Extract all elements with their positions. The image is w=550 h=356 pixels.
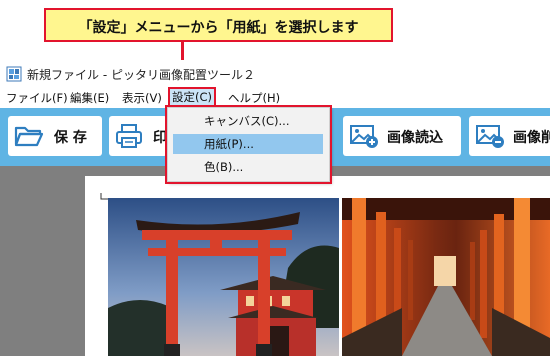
load-image-label: 画像読込 [387,130,443,146]
print-button[interactable]: 印 [109,116,167,156]
folder-icon [14,126,44,147]
menu-settings[interactable]: 設定(C) [167,87,217,108]
save-button[interactable]: 保 存 [8,116,102,156]
delete-image-label: 画像削 [513,130,550,146]
app-icon [6,66,22,82]
placed-photo-torii-tunnel[interactable] [342,198,550,356]
window-titlebar: 新規ファイル - ピッタリ画像配置ツール２ [0,60,550,88]
dropdown-highlight-frame [165,105,332,184]
menu-edit[interactable]: 編集(E) [70,90,109,106]
load-image-button[interactable]: 画像読込 [343,116,461,156]
menu-view[interactable]: 表示(V) [122,90,162,106]
image-remove-icon [476,125,504,148]
save-label: 保 存 [54,130,87,146]
menu-help[interactable]: ヘルプ(H) [228,90,280,106]
window-title: 新規ファイル - ピッタリ画像配置ツール２ [27,68,255,82]
delete-image-button[interactable]: 画像削 [469,116,550,156]
image-add-icon [350,125,378,148]
printer-icon [116,124,142,148]
menu-file[interactable]: ファイル(F) [6,90,68,106]
placed-photo-torii-gate[interactable] [108,198,339,356]
instruction-callout: 「設定」メニューから「用紙」を選択します [44,8,393,42]
callout-text: 「設定」メニューから「用紙」を選択します [78,20,359,36]
